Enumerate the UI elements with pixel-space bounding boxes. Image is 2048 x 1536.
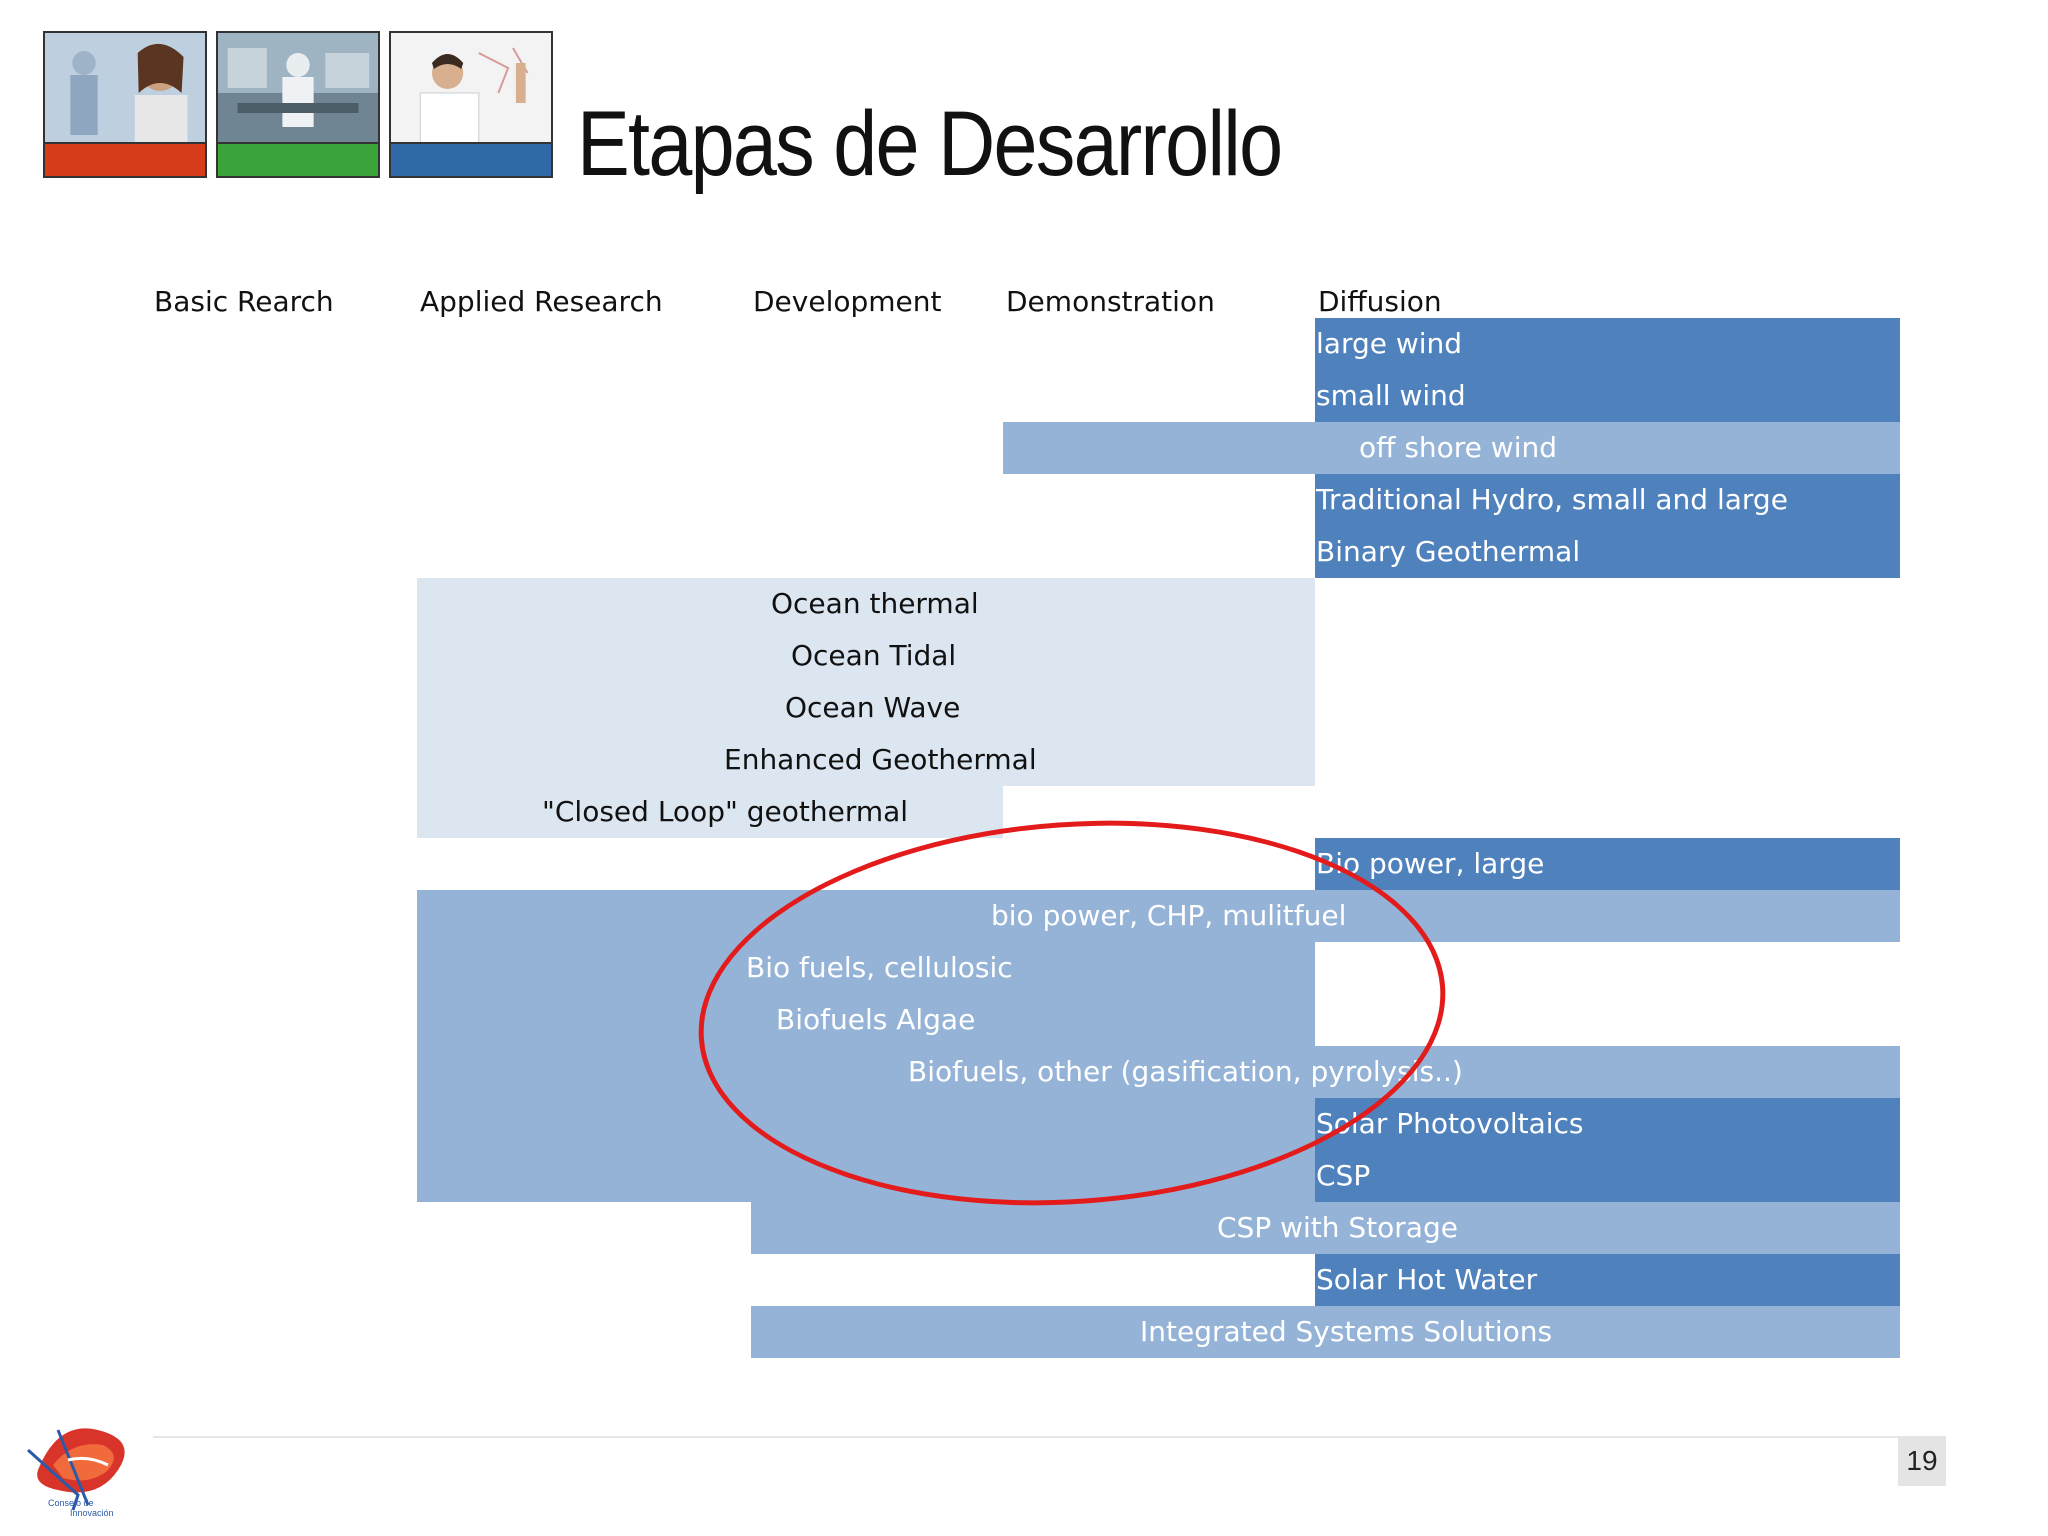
technology-label: Binary Geothermal: [1316, 535, 1581, 568]
stage-bar-17: [1315, 1150, 1900, 1202]
page-title: Etapas de Desarrollo: [577, 93, 1283, 195]
column-header-basic-research: Basic Rearch: [154, 285, 334, 318]
technology-label: CSP with Storage: [1217, 1211, 1458, 1244]
technology-label: Solar Hot Water: [1316, 1263, 1538, 1296]
technology-label: small wind: [1316, 379, 1466, 412]
thumbnail-band-red: [45, 142, 205, 176]
column-header-applied-research: Applied Research: [420, 285, 663, 318]
column-header-development: Development: [753, 285, 942, 318]
technology-label: Ocean Wave: [785, 691, 961, 724]
technology-label: Integrated Systems Solutions: [1140, 1315, 1553, 1348]
technology-label: Ocean thermal: [771, 587, 979, 620]
svg-text:Consejo de: Consejo de: [48, 1498, 94, 1508]
svg-text:Innovación: Innovación: [70, 1508, 114, 1518]
technology-label: large wind: [1316, 327, 1463, 360]
people-photo-icon: [45, 33, 205, 146]
consejo-innovacion-logo: Consejo de Innovación: [26, 1428, 125, 1518]
thumbnail-lab-image: [216, 31, 380, 178]
thumbnail-people-image: [43, 31, 207, 178]
slide: Etapas de Desarrollo Basic Rearch Applie…: [0, 0, 2048, 1536]
technology-label: Traditional Hydro, small and large: [1316, 483, 1788, 516]
column-header-diffusion: Diffusion: [1318, 285, 1442, 318]
thumbnail-band-green: [218, 142, 378, 176]
scientist-photo-icon: [391, 33, 551, 146]
technology-label: Ocean Tidal: [791, 639, 957, 672]
technology-label: CSP: [1316, 1159, 1371, 1192]
footer-divider: [153, 1436, 1943, 1438]
page-number: 19: [1898, 1436, 1946, 1486]
thumbnail-scientist-image: [389, 31, 553, 178]
technology-label: off shore wind: [1359, 431, 1558, 464]
technology-label: Enhanced Geothermal: [724, 743, 1037, 776]
technology-label: "Closed Loop" geothermal: [542, 795, 909, 828]
column-header-demonstration: Demonstration: [1006, 285, 1215, 318]
thumbnail-band-blue: [391, 142, 551, 176]
laboratory-photo-icon: [218, 33, 378, 146]
